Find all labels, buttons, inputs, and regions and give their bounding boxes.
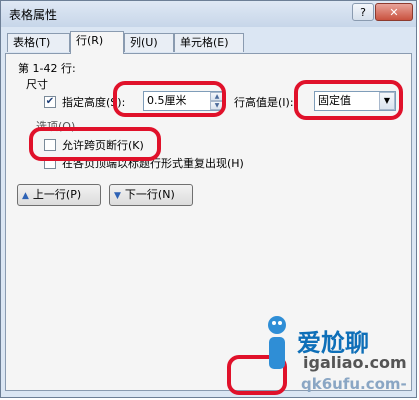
help-icon: ? [360,5,366,19]
help-button[interactable]: ? [352,3,374,21]
arrow-up-icon: ▲ [22,191,29,201]
title-bar: 表格属性 ? ✕ [1,1,416,27]
row-range-label: 第 1-42 行: [18,62,76,75]
height-rule-label: 行高值是(I): [234,96,294,109]
tab-table[interactable]: 表格(T) [7,33,70,52]
close-button[interactable]: ✕ [375,3,413,21]
tab-label: 行(R) [76,34,104,47]
annotation-oval-allow-break [29,127,161,161]
annotation-oval-height [113,81,226,117]
check-icon: ✔ [45,96,55,107]
next-row-label: 下一行(N) [124,188,175,201]
table-properties-dialog: 表格属性 ? ✕ 表格(T) 行(R) 列(U) 单元格(E) 第 1-42 行… [0,0,417,398]
tab-label: 单元格(E) [180,36,229,49]
previous-row-button[interactable]: ▲ 上一行(P) [17,184,101,206]
watermark-logo-icon [268,316,286,369]
tab-row[interactable]: 行(R) [70,31,124,54]
close-icon: ✕ [389,5,399,19]
watermark-url-secondary: qk6ufu.com- [301,375,407,393]
next-row-button[interactable]: ▼ 下一行(N) [109,184,193,206]
tab-label: 列(U) [130,36,158,49]
tab-cell[interactable]: 单元格(E) [174,33,244,52]
tab-label: 表格(T) [13,36,51,49]
size-heading: 尺寸 [26,78,48,91]
arrow-down-icon: ▼ [114,191,121,201]
previous-row-label: 上一行(P) [32,188,82,201]
tab-column[interactable]: 列(U) [124,33,174,52]
annotation-oval-height-rule [294,80,403,120]
specify-height-checkbox[interactable]: ✔ [44,96,56,108]
watermark-url: igaliao.com [303,353,407,372]
dialog-title: 表格属性 [9,8,58,22]
